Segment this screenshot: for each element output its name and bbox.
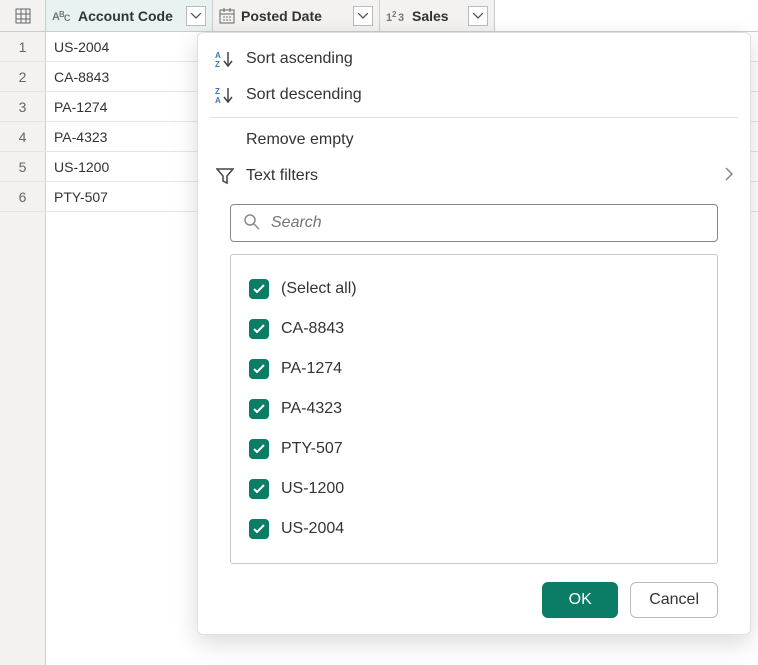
- row-number: 2: [0, 62, 46, 91]
- column-label: Posted Date: [239, 8, 349, 24]
- text-filters-menu-item[interactable]: Text filters: [198, 158, 750, 194]
- number-type-icon: 123: [386, 9, 406, 23]
- svg-text:A: A: [215, 51, 221, 60]
- cell-account-code[interactable]: PA-1274: [46, 92, 213, 121]
- sort-asc-icon: AZ: [214, 50, 236, 68]
- chevron-down-icon: [191, 13, 201, 19]
- chevron-down-icon: [473, 13, 483, 19]
- filter-value-item[interactable]: PTY-507: [249, 429, 699, 469]
- menu-label: Sort ascending: [246, 50, 734, 68]
- checkbox-checked-icon[interactable]: [249, 359, 269, 379]
- column-header-account-code[interactable]: ABC Account Code: [46, 0, 213, 31]
- search-icon: [243, 213, 261, 234]
- svg-text:Z: Z: [215, 87, 220, 96]
- cell-account-code[interactable]: PA-4323: [46, 122, 213, 151]
- checkbox-checked-icon[interactable]: [249, 519, 269, 539]
- menu-label: Text filters: [246, 167, 714, 185]
- row-number: 1: [0, 32, 46, 61]
- menu-divider: [210, 117, 738, 118]
- filter-value-label: PA-1274: [281, 360, 342, 378]
- filter-value-item[interactable]: CA-8843: [249, 309, 699, 349]
- cell-account-code[interactable]: CA-8843: [46, 62, 213, 91]
- row-header-gutter: [0, 212, 46, 665]
- filter-value-label: US-2004: [281, 520, 344, 538]
- filter-value-select-all[interactable]: (Select all): [249, 269, 699, 309]
- svg-text:3: 3: [398, 12, 404, 23]
- cell-account-code[interactable]: US-2004: [46, 32, 213, 61]
- cancel-button[interactable]: Cancel: [630, 582, 718, 618]
- filter-value-label: PTY-507: [281, 440, 343, 458]
- filter-value-label: (Select all): [281, 280, 357, 298]
- search-input[interactable]: [271, 214, 705, 232]
- text-type-icon: ABC: [52, 9, 72, 23]
- column-label: Sales: [410, 8, 464, 24]
- filter-value-label: US-1200: [281, 480, 344, 498]
- cell-account-code[interactable]: PTY-507: [46, 182, 213, 211]
- chevron-down-icon: [358, 13, 368, 19]
- row-number: 6: [0, 182, 46, 211]
- column-header-sales[interactable]: 123 Sales: [380, 0, 495, 31]
- menu-label: Remove empty: [246, 131, 734, 149]
- cell-account-code[interactable]: US-1200: [46, 152, 213, 181]
- svg-text:C: C: [64, 13, 71, 23]
- checkbox-checked-icon[interactable]: [249, 279, 269, 299]
- date-type-icon: [219, 8, 235, 24]
- row-number: 3: [0, 92, 46, 121]
- filter-search-box[interactable]: [230, 204, 718, 242]
- ok-button[interactable]: OK: [542, 582, 618, 618]
- row-number: 5: [0, 152, 46, 181]
- checkbox-checked-icon[interactable]: [249, 319, 269, 339]
- checkbox-checked-icon[interactable]: [249, 399, 269, 419]
- column-filter-button[interactable]: [353, 6, 373, 26]
- filter-value-list: (Select all) CA-8843 PA-1274 PA-4323 PTY…: [230, 254, 718, 564]
- filter-value-item[interactable]: US-1200: [249, 469, 699, 509]
- table-corner[interactable]: [0, 0, 46, 31]
- remove-empty-menu-item[interactable]: Remove empty: [198, 122, 750, 158]
- dialog-button-row: OK Cancel: [198, 564, 750, 618]
- filter-value-label: PA-4323: [281, 400, 342, 418]
- column-header-posted-date[interactable]: Posted Date: [213, 0, 380, 31]
- filter-value-item[interactable]: PA-1274: [249, 349, 699, 389]
- checkbox-checked-icon[interactable]: [249, 479, 269, 499]
- menu-label: Sort descending: [246, 86, 734, 104]
- filter-icon: [214, 167, 236, 185]
- sort-desc-icon: ZA: [214, 86, 236, 104]
- sort-ascending-menu-item[interactable]: AZ Sort ascending: [198, 41, 750, 77]
- column-label: Account Code: [76, 8, 182, 24]
- table-icon: [15, 8, 31, 24]
- svg-text:Z: Z: [215, 60, 220, 68]
- chevron-right-icon: [724, 167, 734, 186]
- column-filter-button[interactable]: [468, 6, 488, 26]
- sort-descending-menu-item[interactable]: ZA Sort descending: [198, 77, 750, 113]
- row-number: 4: [0, 122, 46, 151]
- checkbox-checked-icon[interactable]: [249, 439, 269, 459]
- filter-value-item[interactable]: US-2004: [249, 509, 699, 549]
- svg-text:2: 2: [392, 10, 397, 19]
- svg-text:A: A: [215, 96, 221, 104]
- filter-value-item[interactable]: PA-4323: [249, 389, 699, 429]
- column-filter-popup: AZ Sort ascending ZA Sort descending Rem…: [197, 32, 751, 635]
- column-filter-button[interactable]: [186, 6, 206, 26]
- filter-value-label: CA-8843: [281, 320, 344, 338]
- column-header-row: ABC Account Code Posted Date 123 Sales: [0, 0, 758, 32]
